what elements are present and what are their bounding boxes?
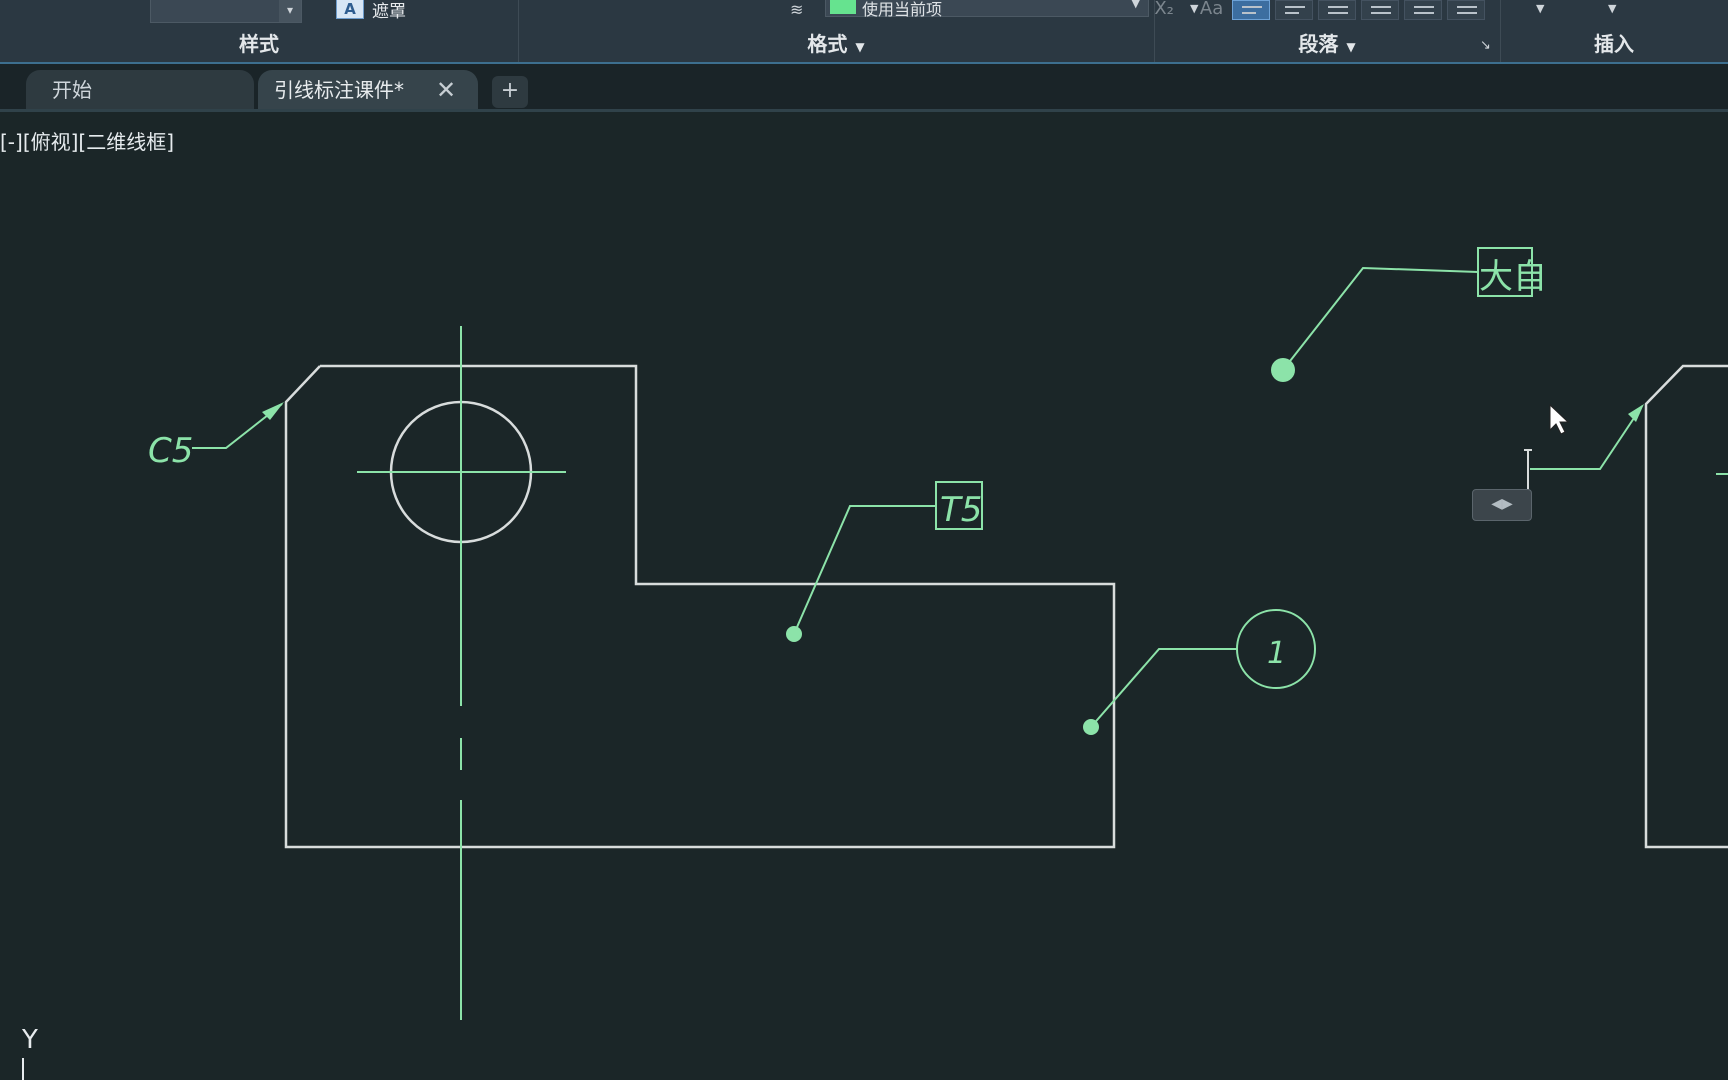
boxed-text: 大自 [1479,257,1547,297]
grip-width-handle[interactable]: ◀▶ [1472,489,1532,521]
ucs-y-label: Y [22,1025,38,1055]
surface-leader [793,505,936,635]
leader-dot [786,626,802,642]
chamfer-label: C5 [148,431,193,471]
text-leader [1282,266,1479,371]
balloon-label: 1 [1267,636,1286,671]
leader-arrowhead [1628,404,1644,422]
ucs-axis-icon [22,1058,24,1080]
second-leader [1530,405,1643,470]
mouse-pointer-icon [1549,403,1570,435]
leader-dot [1271,358,1295,382]
surface-label: T5 [940,490,982,530]
leader-dot [1083,719,1099,735]
second-part-outline [1644,364,1728,849]
drawing-canvas[interactable]: C5 T5 1 大自 [0,0,1728,1080]
part-outline [284,364,1116,849]
